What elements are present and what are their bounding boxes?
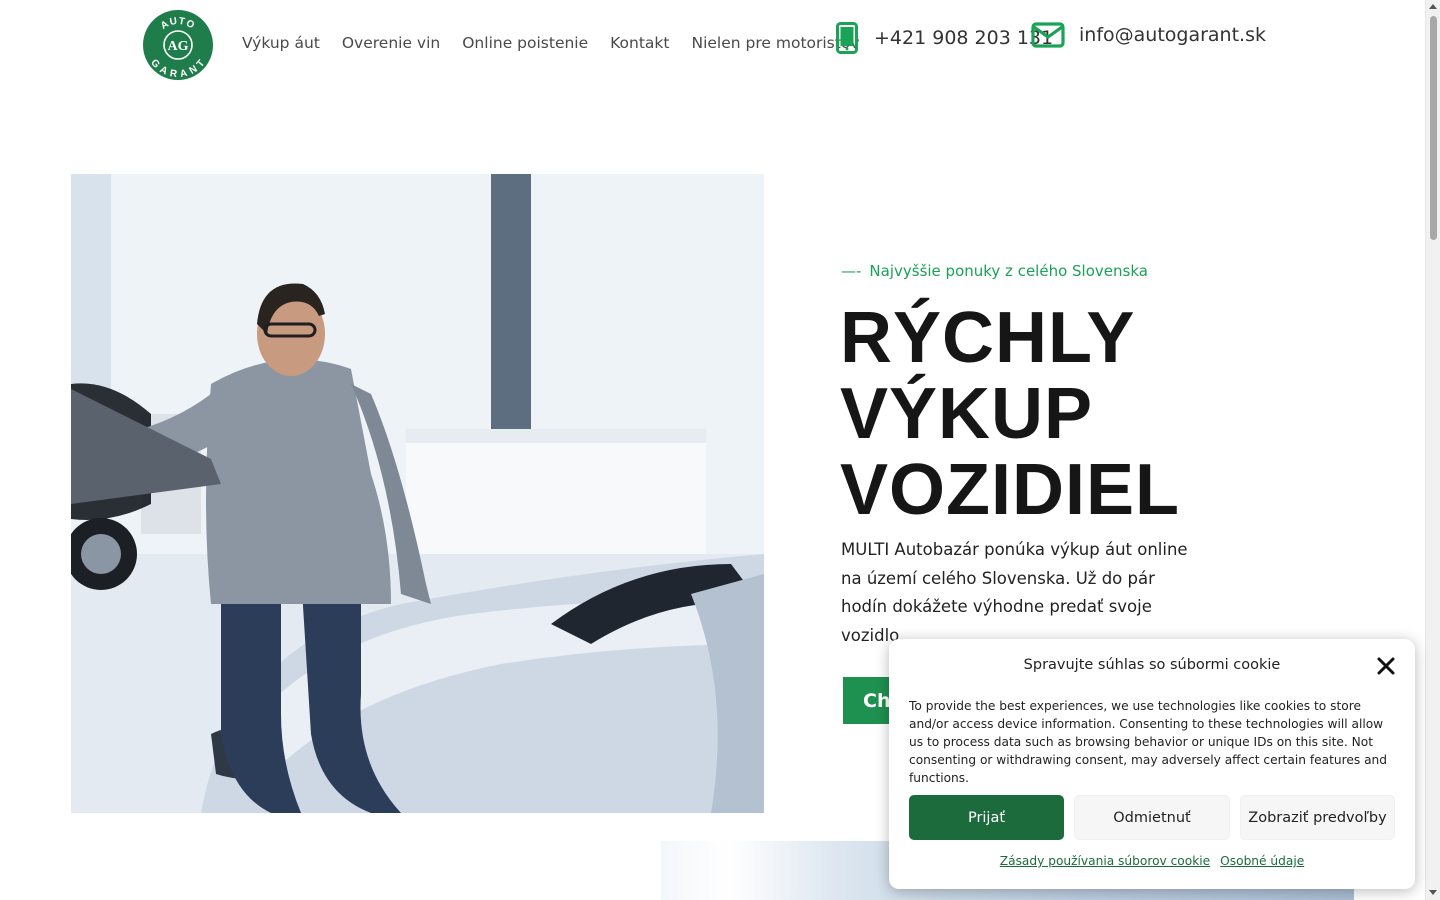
hero-kicker: —- Najvyššie ponuky z celého Slovenska (841, 262, 1148, 280)
envelope-icon (1031, 22, 1065, 48)
main-nav: Výkup áut Overenie vin Online poistenie … (242, 34, 860, 52)
phone-number[interactable]: +421 908 203 131 (874, 27, 1053, 49)
nav-item-kontakt[interactable]: Kontakt (610, 34, 669, 52)
cookie-policy-link[interactable]: Zásady používania súborov cookie (1000, 854, 1210, 868)
logo-emblem: AUTO GARANT AG (144, 11, 212, 80)
close-icon[interactable] (1375, 655, 1397, 677)
mobile-phone-icon (836, 22, 858, 54)
site-header: AUTO GARANT AG Výkup áut Overenie vin On… (0, 0, 1425, 90)
nav-item-overenie-vin[interactable]: Overenie vin (342, 34, 440, 52)
cookie-dialog-links: Zásady používania súborov cookie Osobné … (889, 854, 1415, 868)
nav-item-online-poistenie[interactable]: Online poistenie (462, 34, 588, 52)
cookie-dialog-title: Spravujte súhlas so súbormi cookie (1023, 657, 1281, 673)
view-preferences-button[interactable]: Zobraziť predvoľby (1240, 795, 1395, 840)
nav-item-vykup-aut[interactable]: Výkup áut (242, 34, 320, 52)
accept-cookies-button[interactable]: Prijať (909, 795, 1064, 840)
scroll-down-arrow-icon[interactable] (1429, 890, 1437, 895)
kicker-text: Najvyššie ponuky z celého Slovenska (869, 262, 1148, 280)
deny-cookies-button[interactable]: Odmietnuť (1074, 795, 1230, 840)
email-address[interactable]: info@autogarant.sk (1079, 24, 1266, 46)
page-scrollbar[interactable] (1425, 0, 1440, 900)
hero-photo-car-inspection (71, 174, 764, 813)
email-contact[interactable]: info@autogarant.sk (1031, 22, 1266, 48)
cookie-consent-dialog: Spravujte súhlas so súbormi cookie To pr… (889, 639, 1415, 889)
cookie-dialog-text: To provide the best experiences, we use … (909, 699, 1388, 785)
scroll-up-arrow-icon[interactable] (1429, 4, 1437, 9)
headline-line-1: RÝCHLY (840, 298, 1136, 378)
hero-illustration (71, 174, 764, 813)
logo-monogram: AG (168, 39, 189, 54)
autogarant-logo[interactable]: AUTO GARANT AG (143, 10, 213, 80)
hero-headline: RÝCHLY VÝKUP VOZIDIEL (840, 300, 1220, 528)
kicker-dash: —- (841, 262, 862, 280)
personal-data-link[interactable]: Osobné údaje (1220, 854, 1304, 868)
phone-contact[interactable]: +421 908 203 131 (836, 22, 1053, 54)
hero-lead-text: MULTI Autobazár ponúka výkup áut online … (841, 540, 1188, 646)
headline-line-3: VOZIDIEL (840, 450, 1181, 530)
scrollbar-thumb[interactable] (1430, 16, 1437, 240)
headline-line-2: VÝKUP (840, 374, 1094, 454)
nav-item-nielen-pre-motoristov[interactable]: Nielen pre motoristov (692, 34, 860, 52)
